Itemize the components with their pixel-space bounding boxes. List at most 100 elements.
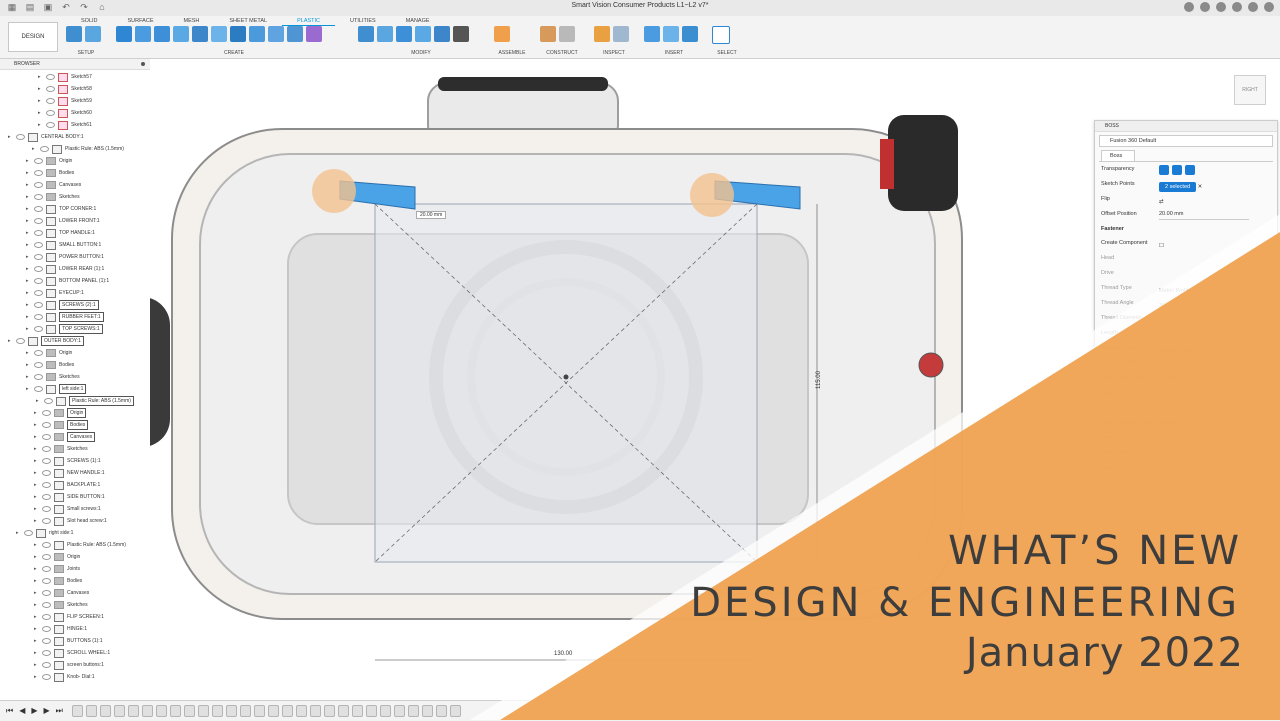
offset-input[interactable]: 20.00 mm xyxy=(1159,210,1249,220)
rule-icon[interactable] xyxy=(66,26,82,42)
browser-tree-item[interactable]: ▸ left side:1 xyxy=(26,383,87,395)
expand-arrow-icon[interactable]: ▸ xyxy=(26,191,31,203)
expand-arrow-icon[interactable]: ▸ xyxy=(26,179,31,191)
browser-tree-item[interactable]: ▸ CENTRAL BODY:1 xyxy=(8,131,84,143)
expand-arrow-icon[interactable]: ▸ xyxy=(16,527,21,539)
expand-arrow-icon[interactable]: ▸ xyxy=(38,83,43,95)
visibility-eye-icon[interactable] xyxy=(42,554,51,560)
visibility-eye-icon[interactable] xyxy=(42,602,51,608)
expand-arrow-icon[interactable]: ▸ xyxy=(26,323,31,335)
browser-tree-item[interactable]: ▸ Sketch58 xyxy=(38,83,92,95)
visibility-eye-icon[interactable] xyxy=(34,230,43,236)
expand-arrow-icon[interactable]: ▸ xyxy=(34,587,39,599)
insert-derive-icon[interactable] xyxy=(644,26,660,42)
timeline-feature-icon[interactable] xyxy=(170,705,181,717)
expand-arrow-icon[interactable]: ▸ xyxy=(34,467,39,479)
revolve-icon[interactable] xyxy=(154,26,170,42)
expand-arrow-icon[interactable]: ▸ xyxy=(26,155,31,167)
transparency-opt-2[interactable] xyxy=(1172,165,1182,175)
lip-groove-icon[interactable] xyxy=(268,26,284,42)
timeline-feature-icon[interactable] xyxy=(324,705,335,717)
browser-tree-item[interactable]: ▸ FLIP SCREEN:1 xyxy=(34,611,104,623)
joint-icon[interactable] xyxy=(494,26,510,42)
visibility-eye-icon[interactable] xyxy=(16,134,25,140)
browser-tree-item[interactable]: ▸ TOP SCREWS:1 xyxy=(26,323,103,335)
expand-arrow-icon[interactable]: ▸ xyxy=(8,335,13,347)
combine-icon[interactable] xyxy=(434,26,450,42)
visibility-eye-icon[interactable] xyxy=(34,170,43,176)
visibility-eye-icon[interactable] xyxy=(42,458,51,464)
visibility-eye-icon[interactable] xyxy=(42,422,51,428)
browser-tree-item[interactable]: ▸ Bodies xyxy=(34,575,82,587)
browser-tree-item[interactable]: ▸ Plastic Rule: ABS (1.5mm) xyxy=(34,539,126,551)
visibility-eye-icon[interactable] xyxy=(42,662,51,668)
inspect-label[interactable]: INSPECT xyxy=(594,50,634,56)
visibility-eye-icon[interactable] xyxy=(42,590,51,596)
browser-tree-item[interactable]: ▸ Sketches xyxy=(26,371,80,383)
browser-tree-item[interactable]: ▸ SCREWS (1):1 xyxy=(34,455,101,467)
expand-arrow-icon[interactable]: ▸ xyxy=(8,131,13,143)
visibility-eye-icon[interactable] xyxy=(42,482,51,488)
visibility-eye-icon[interactable] xyxy=(42,506,51,512)
browser-tree-item[interactable]: ▸ Canvases xyxy=(34,587,89,599)
visibility-eye-icon[interactable] xyxy=(34,290,43,296)
clear-selection-icon[interactable]: ✕ xyxy=(1198,184,1203,190)
expand-arrow-icon[interactable]: ▸ xyxy=(34,419,39,431)
visibility-eye-icon[interactable] xyxy=(34,182,43,188)
visibility-eye-icon[interactable] xyxy=(42,494,51,500)
timeline-feature-icon[interactable] xyxy=(310,705,321,717)
preset-select[interactable]: Fusion 360 Default xyxy=(1099,135,1273,147)
browser-tree-item[interactable]: ▸ Origin xyxy=(34,551,80,563)
chamfer-icon[interactable] xyxy=(396,26,412,42)
visibility-eye-icon[interactable] xyxy=(34,158,43,164)
timeline-feature-icon[interactable] xyxy=(184,705,195,717)
visibility-eye-icon[interactable] xyxy=(42,650,51,656)
notifications-icon[interactable] xyxy=(1232,2,1242,12)
visibility-eye-icon[interactable] xyxy=(42,434,51,440)
browser-tree-item[interactable]: ▸ Canvases xyxy=(34,431,96,443)
tab-mesh[interactable]: MESH xyxy=(169,17,215,25)
browser-tree-item[interactable]: ▸ TOP CORNER:1 xyxy=(26,203,96,215)
expand-arrow-icon[interactable]: ▸ xyxy=(26,215,31,227)
plane-icon[interactable] xyxy=(540,26,556,42)
browser-tree-item[interactable]: ▸ LOWER REAR (1):1 xyxy=(26,263,104,275)
create-label[interactable]: CREATE xyxy=(116,50,352,56)
visibility-eye-icon[interactable] xyxy=(40,146,49,152)
expand-arrow-icon[interactable]: ▸ xyxy=(34,563,39,575)
timeline-feature-icon[interactable] xyxy=(366,705,377,717)
expand-arrow-icon[interactable]: ▸ xyxy=(26,371,31,383)
visibility-eye-icon[interactable] xyxy=(34,278,43,284)
expand-arrow-icon[interactable]: ▸ xyxy=(26,299,31,311)
timeline-feature-icon[interactable] xyxy=(128,705,139,717)
browser-tree-item[interactable]: ▸ Origin xyxy=(26,155,72,167)
visibility-eye-icon[interactable] xyxy=(42,518,51,524)
visibility-eye-icon[interactable] xyxy=(42,674,51,680)
setup-label[interactable]: SETUP xyxy=(66,50,106,56)
expand-arrow-icon[interactable]: ▸ xyxy=(34,431,39,443)
expand-arrow-icon[interactable]: ▸ xyxy=(26,203,31,215)
browser-tree-item[interactable]: ▸ SIDE BUTTON:1 xyxy=(34,491,105,503)
browser-tree-item[interactable]: ▸ Origin xyxy=(26,347,72,359)
expand-arrow-icon[interactable]: ▸ xyxy=(38,107,43,119)
expand-arrow-icon[interactable]: ▸ xyxy=(26,239,31,251)
rib-icon[interactable] xyxy=(192,26,208,42)
tab-surface[interactable]: SURFACE xyxy=(113,17,169,25)
visibility-eye-icon[interactable] xyxy=(34,242,43,248)
material-icon[interactable] xyxy=(85,26,101,42)
viewcube[interactable]: RIGHT xyxy=(1234,75,1266,105)
insert-label[interactable]: INSERT xyxy=(644,50,704,56)
visibility-eye-icon[interactable] xyxy=(42,542,51,548)
measure-icon[interactable] xyxy=(594,26,610,42)
timeline-feature-icon[interactable] xyxy=(226,705,237,717)
canvas-icon[interactable] xyxy=(682,26,698,42)
browser-tree-item[interactable]: ▸ Slot head screw:1 xyxy=(34,515,107,527)
visibility-eye-icon[interactable] xyxy=(42,626,51,632)
browser-tree-item[interactable]: ▸ Sketch61 xyxy=(38,119,92,131)
expand-arrow-icon[interactable]: ▸ xyxy=(26,251,31,263)
visibility-eye-icon[interactable] xyxy=(34,314,43,320)
expand-arrow-icon[interactable]: ▸ xyxy=(34,635,39,647)
expand-arrow-icon[interactable]: ▸ xyxy=(34,515,39,527)
fastener-section[interactable]: Fastener xyxy=(1095,222,1277,236)
browser-tree-item[interactable]: ▸ Plastic Rule: ABS (1.5mm) xyxy=(36,395,134,407)
expand-arrow-icon[interactable]: ▸ xyxy=(38,95,43,107)
